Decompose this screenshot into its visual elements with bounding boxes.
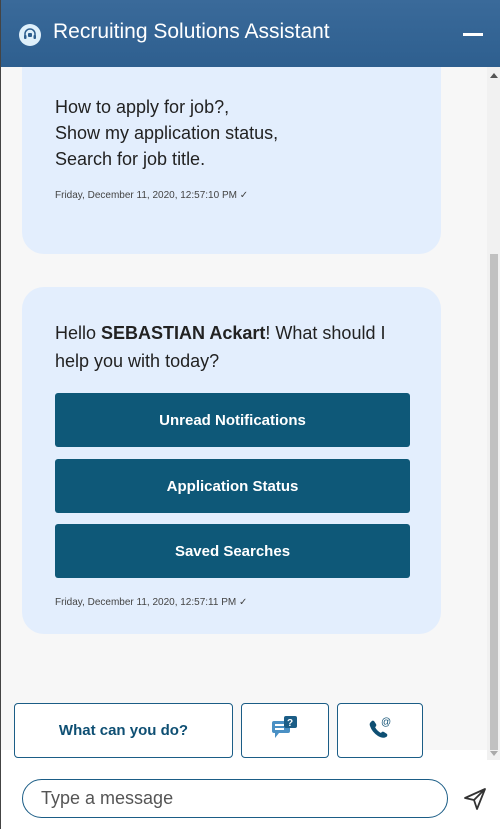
send-icon[interactable] (462, 786, 488, 812)
message-list[interactable]: How to apply for job?, Show my applicati… (1, 67, 487, 750)
message-timestamp: Friday, December 11, 2020, 12:57:11 PM ✓ (55, 597, 248, 608)
scroll-up-arrow-icon[interactable] (490, 73, 498, 78)
chat-title: Recruiting Solutions Assistant (53, 20, 330, 43)
what-can-you-do-button[interactable]: What can you do? (14, 703, 233, 758)
greeting-text: Hello SEBASTIAN Ackart! What should I he… (55, 319, 415, 375)
bot-message-bubble: Hello SEBASTIAN Ackart! What should I he… (22, 287, 441, 634)
greeting-prefix: Hello (55, 323, 102, 343)
contact-button[interactable]: @ (337, 703, 423, 758)
svg-text:@: @ (381, 717, 391, 728)
chat-window: Recruiting Solutions Assistant How to ap… (0, 0, 500, 829)
scrollbar[interactable] (487, 67, 500, 760)
message-line: Show my application status, (55, 123, 279, 143)
bot-message-bubble: How to apply for job?, Show my applicati… (22, 67, 441, 254)
scrollbar-thumb[interactable] (490, 254, 498, 750)
message-timestamp: Friday, December 11, 2020, 12:57:10 PM ✓ (55, 190, 249, 201)
svg-text:?: ? (287, 718, 293, 729)
unread-notifications-button[interactable]: Unread Notifications (55, 393, 410, 447)
scroll-down-arrow-icon[interactable] (490, 751, 498, 756)
headset-chat-icon (19, 24, 41, 46)
chat-header: Recruiting Solutions Assistant (1, 0, 500, 67)
phone-email-icon: @ (366, 715, 394, 746)
help-chat-icon: ? (270, 715, 300, 746)
saved-searches-button[interactable]: Saved Searches (55, 524, 410, 578)
user-name: SEBASTIAN Ackart (101, 323, 266, 343)
application-status-button[interactable]: Application Status (55, 459, 410, 513)
message-line: Search for job title. (55, 149, 206, 169)
message-line: How to apply for job?, (55, 97, 230, 117)
message-text: How to apply for job?, Show my applicati… (55, 94, 278, 172)
help-chat-button[interactable]: ? (241, 703, 329, 758)
message-input[interactable] (22, 779, 448, 818)
minimize-icon[interactable] (463, 33, 483, 36)
